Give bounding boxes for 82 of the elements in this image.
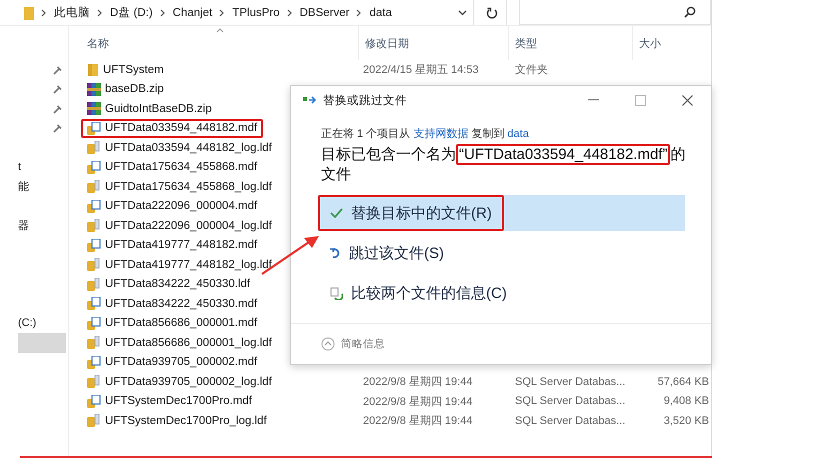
column-header[interactable]: 类型 [509,26,633,60]
dialog-option[interactable]: 跳过该文件(S) [318,235,685,271]
file-name[interactable]: UFTData939705_000002.mdf [81,352,359,372]
file-name[interactable]: UFTSystem [81,60,359,80]
chevron-icon [219,8,226,16]
log-file-icon [87,180,101,194]
nav-item[interactable]: 器 [18,218,29,234]
check-icon [330,208,343,218]
details-toggle[interactable]: 简略信息 [321,337,385,351]
folder-icon [87,63,99,76]
database-file-icon [87,297,101,310]
file-name[interactable]: UFTSystemDec1700Pro.mdf [81,392,359,411]
file-name[interactable]: UFTData939705_000002_log.ldf [81,372,359,392]
nav-item[interactable]: t [18,161,22,174]
log-file-icon [87,278,101,291]
log-file-icon [87,375,101,388]
pin-icon[interactable] [53,104,63,114]
log-file-icon [87,141,101,154]
dialog-option[interactable]: 比较两个文件的信息(C) [318,275,685,311]
search-icon [684,6,696,18]
folder-icon [24,6,34,20]
copy-status-text: 正在将 1 个项目从 支持网数据 复制到 data [321,127,530,141]
database-file-icon [87,160,101,174]
size-cell-text: 3,520 KB [662,414,709,427]
archive-icon [87,102,101,116]
minimize-icon[interactable] [588,99,599,101]
database-file-icon [87,238,101,252]
chevron-icon [160,8,166,16]
type-cell-text: 文件夹 [514,62,549,78]
dropdown-icon[interactable] [458,10,467,16]
close-icon[interactable] [682,94,693,106]
column-header[interactable]: 大小 [633,26,703,60]
archive-icon [87,82,101,96]
column-header[interactable]: 修改日期 [359,26,509,60]
database-file-icon [87,122,101,135]
column-header[interactable]: 名称 [81,26,359,60]
size-cell-text: 57,664 KB [656,376,709,388]
undo-icon [330,247,341,259]
file-name[interactable]: UFTSystemDec1700Pro_log.ldf [81,411,359,430]
database-file-icon [87,316,101,330]
date-cell-text: 2022/9/8 星期四 19:44 [362,414,474,428]
path-segment[interactable]: D盘 (D:) [110,5,153,20]
copy-icon [303,96,317,104]
path-segment[interactable]: 此电脑 [54,5,90,20]
path-segment[interactable]: Chanjet [172,6,212,18]
database-file-icon [87,356,101,369]
address-bar[interactable]: 此电脑 D盘 (D:) Chanjet TPlusPro DBServer data [0,0,474,25]
size-cell-text: 9,408 KB [662,395,709,408]
nav-item[interactable]: 能 [18,179,29,194]
pin-icon[interactable] [53,64,63,75]
file-name[interactable]: UFTData033594_448182.mdf [81,118,264,138]
conflict-message: 目标已包含一个名为 “UFTData033594_448182.mdf” 的文件 [321,145,686,185]
date-cell-text: 2022/4/15 星期五 14:53 [362,63,480,78]
database-file-icon [87,200,101,213]
refresh-icon [486,6,498,18]
pin-icon[interactable] [53,123,63,134]
sort-caret-icon [216,28,224,33]
log-file-icon [87,336,101,350]
compare-icon [330,286,343,300]
dialog-option[interactable]: 替换目标中的文件(R) [318,195,685,231]
path-segment[interactable]: DBServer [300,6,350,18]
collapse-icon [321,337,335,351]
log-file-icon [87,258,101,272]
dialog-title: 替换或跳过文件 [323,94,407,108]
chevron-icon [41,8,47,16]
path-segment[interactable]: data [369,6,392,18]
database-file-icon [87,394,101,408]
file-name[interactable]: UFTData856686_000001.mdf [81,314,359,333]
date-cell-text: 2022/9/8 星期四 19:44 [362,394,474,409]
type-cell-text: SQL Server Databas... [514,414,626,427]
chevron-icon [97,8,103,16]
nav-item[interactable]: (C:) [18,317,36,330]
chevron-icon [286,8,293,16]
type-cell-text: SQL Server Databas... [514,376,626,388]
log-file-icon [87,414,101,428]
chevron-icon [356,8,362,16]
search-field[interactable] [519,0,711,25]
date-cell-text: 2022/9/8 星期四 19:44 [362,375,474,390]
pin-icon[interactable] [53,84,63,94]
path-segment[interactable]: TPlusPro [232,6,280,18]
log-file-icon [87,219,101,232]
type-cell-text: SQL Server Databas... [514,395,626,408]
